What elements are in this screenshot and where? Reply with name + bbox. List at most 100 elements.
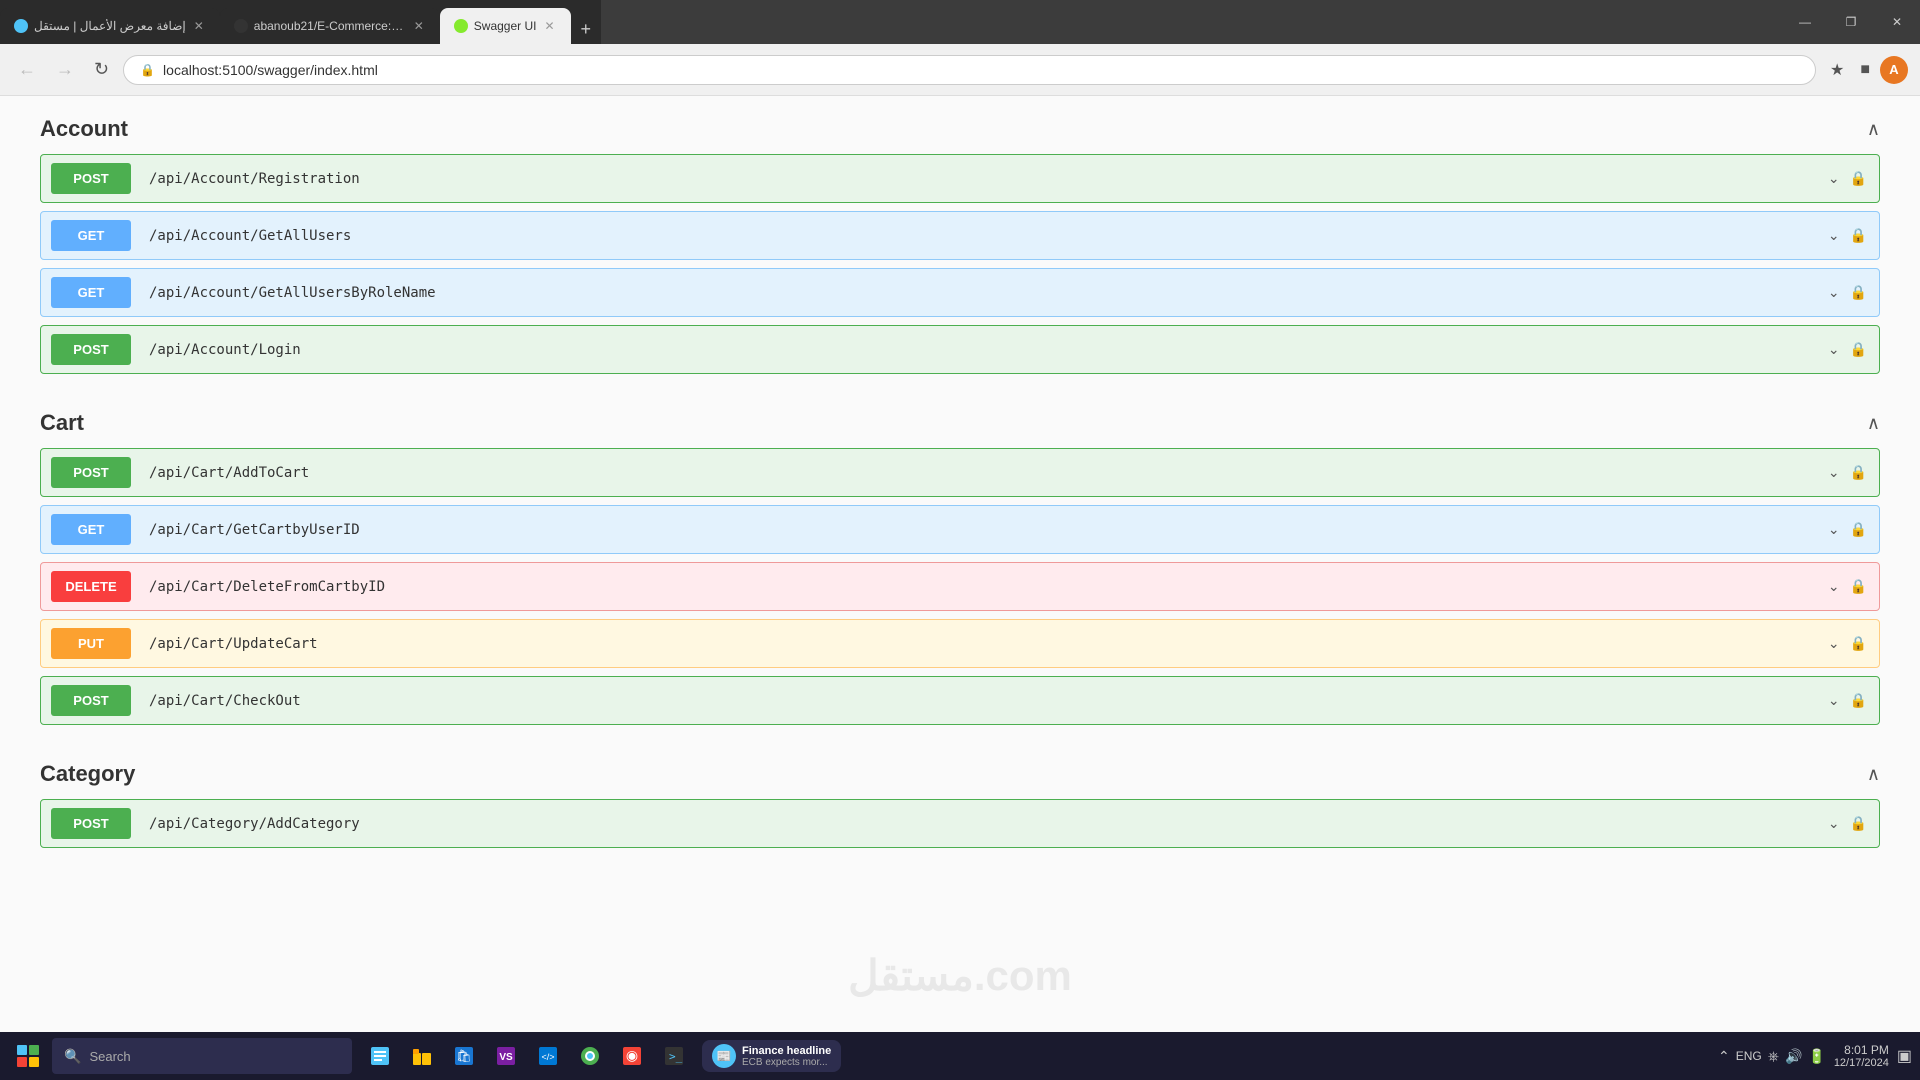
tab-close-button[interactable]: ✕ xyxy=(542,19,556,33)
taskbar-app-vs[interactable]: VS xyxy=(486,1036,526,1076)
method-badge-account-1: GET xyxy=(51,220,131,251)
section-title-cart: Cart xyxy=(40,410,84,436)
endpoint-row-cart-4[interactable]: POST /api/Cart/CheckOut ⌄ 🔒 xyxy=(40,676,1880,725)
endpoint-chevron-icon[interactable]: ⌄ xyxy=(1828,284,1840,301)
svg-text:</>: </> xyxy=(541,1052,554,1062)
endpoint-lock-icon: 🔒 xyxy=(1850,578,1867,595)
tab-title: abanoub21/E-Commerce: e-co xyxy=(254,19,406,33)
svg-text:VS: VS xyxy=(499,1052,513,1063)
endpoint-lock-icon: 🔒 xyxy=(1850,227,1867,244)
endpoint-chevron-icon[interactable]: ⌄ xyxy=(1828,578,1840,595)
method-badge-category-0: POST xyxy=(51,808,131,839)
notification-icon[interactable]: ▣ xyxy=(1897,1046,1912,1066)
tab-favicon xyxy=(234,19,248,33)
browser-tab-tab2[interactable]: abanoub21/E-Commerce: e-co ✕ xyxy=(220,8,440,44)
taskbar-search[interactable]: 🔍 Search xyxy=(52,1038,352,1074)
tab-close-button[interactable]: ✕ xyxy=(192,19,206,33)
back-button[interactable]: ← xyxy=(12,55,42,84)
windows-logo xyxy=(17,1045,39,1067)
taskbar-app-terminal[interactable]: >_ xyxy=(654,1036,694,1076)
endpoint-actions-category-0: ⌄ 🔒 xyxy=(1816,815,1879,832)
endpoint-path-category-0: /api/Category/AddCategory xyxy=(141,806,1816,842)
endpoint-chevron-icon[interactable]: ⌄ xyxy=(1828,815,1840,832)
swagger-content: Account ∧ POST /api/Account/Registration… xyxy=(0,96,1920,1032)
tray-chevron-icon[interactable]: ⌃ xyxy=(1718,1048,1730,1065)
endpoint-path-cart-0: /api/Cart/AddToCart xyxy=(141,455,1816,491)
endpoint-actions-account-3: ⌄ 🔒 xyxy=(1816,341,1879,358)
section-toggle-cart[interactable]: ∧ xyxy=(1867,413,1880,434)
close-button[interactable]: ✕ xyxy=(1874,6,1920,38)
endpoint-actions-account-0: ⌄ 🔒 xyxy=(1816,170,1879,187)
extension-button[interactable]: ■ xyxy=(1854,57,1876,83)
method-badge-cart-4: POST xyxy=(51,685,131,716)
endpoint-path-cart-1: /api/Cart/GetCartbyUserID xyxy=(141,512,1816,548)
endpoint-chevron-icon[interactable]: ⌄ xyxy=(1828,692,1840,709)
endpoint-row-account-0[interactable]: POST /api/Account/Registration ⌄ 🔒 xyxy=(40,154,1880,203)
bookmark-button[interactable]: ★ xyxy=(1824,56,1850,84)
endpoint-chevron-icon[interactable]: ⌄ xyxy=(1828,464,1840,481)
svg-text:🛍: 🛍 xyxy=(456,1049,471,1063)
endpoint-chevron-icon[interactable]: ⌄ xyxy=(1828,635,1840,652)
endpoint-lock-icon: 🔒 xyxy=(1850,815,1867,832)
taskbar: 🔍 Search 🛍 VS </> ◉ >_ 📰 xyxy=(0,1032,1920,1080)
start-button[interactable] xyxy=(8,1036,48,1076)
endpoint-row-category-0[interactable]: POST /api/Category/AddCategory ⌄ 🔒 xyxy=(40,799,1880,848)
taskbar-app-vscode[interactable]: </> xyxy=(528,1036,568,1076)
endpoint-row-account-1[interactable]: GET /api/Account/GetAllUsers ⌄ 🔒 xyxy=(40,211,1880,260)
endpoint-chevron-icon[interactable]: ⌄ xyxy=(1828,170,1840,187)
endpoint-path-cart-3: /api/Cart/UpdateCart xyxy=(141,626,1816,662)
svg-text:>_: >_ xyxy=(669,1050,683,1063)
endpoint-row-cart-0[interactable]: POST /api/Cart/AddToCart ⌄ 🔒 xyxy=(40,448,1880,497)
endpoint-actions-cart-2: ⌄ 🔒 xyxy=(1816,578,1879,595)
volume-icon: 🔊 xyxy=(1785,1048,1802,1065)
endpoint-row-cart-1[interactable]: GET /api/Cart/GetCartbyUserID ⌄ 🔒 xyxy=(40,505,1880,554)
taskbar-search-icon: 🔍 xyxy=(64,1048,81,1065)
taskbar-search-label: Search xyxy=(89,1049,130,1064)
profile-button[interactable]: A xyxy=(1880,56,1908,84)
endpoint-actions-cart-3: ⌄ 🔒 xyxy=(1816,635,1879,652)
time-display[interactable]: 8:01 PM 12/17/2024 xyxy=(1834,1043,1889,1069)
forward-button[interactable]: → xyxy=(50,55,80,84)
taskbar-app-chrome[interactable] xyxy=(570,1036,610,1076)
taskbar-app-files[interactable] xyxy=(360,1036,400,1076)
minimize-button[interactable]: — xyxy=(1782,6,1828,38)
swagger-section-category: Category ∧ POST /api/Category/AddCategor… xyxy=(40,741,1880,864)
endpoint-actions-account-2: ⌄ 🔒 xyxy=(1816,284,1879,301)
browser-tab-tab1[interactable]: إضافة معرض الأعمال | مستقل ✕ xyxy=(0,8,220,44)
method-badge-account-2: GET xyxy=(51,277,131,308)
endpoint-row-cart-2[interactable]: DELETE /api/Cart/DeleteFromCartbyID ⌄ 🔒 xyxy=(40,562,1880,611)
endpoint-chevron-icon[interactable]: ⌄ xyxy=(1828,341,1840,358)
method-badge-cart-3: PUT xyxy=(51,628,131,659)
news-subtitle: ECB expects mor... xyxy=(742,1057,831,1068)
endpoint-chevron-icon[interactable]: ⌄ xyxy=(1828,227,1840,244)
address-bar[interactable]: 🔒 localhost:5100/swagger/index.html xyxy=(123,55,1816,85)
section-toggle-category[interactable]: ∧ xyxy=(1867,764,1880,785)
tab-title: إضافة معرض الأعمال | مستقل xyxy=(34,19,186,33)
browser-tab-tab3[interactable]: Swagger UI ✕ xyxy=(440,8,571,44)
section-header-account: Account ∧ xyxy=(40,96,1880,154)
taskbar-app-store[interactable]: 🛍 xyxy=(444,1036,484,1076)
taskbar-news[interactable]: 📰 Finance headline ECB expects mor... xyxy=(702,1040,841,1072)
endpoint-actions-cart-0: ⌄ 🔒 xyxy=(1816,464,1879,481)
wifi-icon: ⎈ xyxy=(1768,1048,1779,1065)
endpoint-row-account-3[interactable]: POST /api/Account/Login ⌄ 🔒 xyxy=(40,325,1880,374)
endpoint-row-account-2[interactable]: GET /api/Account/GetAllUsersByRoleName ⌄… xyxy=(40,268,1880,317)
maximize-button[interactable]: ❐ xyxy=(1828,6,1874,38)
reload-button[interactable]: ↻ xyxy=(88,55,115,84)
taskbar-app-explorer[interactable] xyxy=(402,1036,442,1076)
add-tab-button[interactable]: + xyxy=(571,15,602,44)
endpoint-lock-icon: 🔒 xyxy=(1850,692,1867,709)
method-badge-cart-1: GET xyxy=(51,514,131,545)
method-badge-cart-0: POST xyxy=(51,457,131,488)
section-toggle-account[interactable]: ∧ xyxy=(1867,119,1880,140)
endpoint-row-cart-3[interactable]: PUT /api/Cart/UpdateCart ⌄ 🔒 xyxy=(40,619,1880,668)
tab-close-button[interactable]: ✕ xyxy=(412,19,426,33)
swagger-section-cart: Cart ∧ POST /api/Cart/AddToCart ⌄ 🔒 GET … xyxy=(40,390,1880,741)
section-title-account: Account xyxy=(40,116,128,142)
endpoint-path-cart-2: /api/Cart/DeleteFromCartbyID xyxy=(141,569,1816,605)
endpoint-chevron-icon[interactable]: ⌄ xyxy=(1828,521,1840,538)
section-header-category: Category ∧ xyxy=(40,741,1880,799)
endpoint-lock-icon: 🔒 xyxy=(1850,464,1867,481)
lang-indicator: ENG xyxy=(1736,1049,1762,1063)
taskbar-app-antivirus[interactable]: ◉ xyxy=(612,1036,652,1076)
